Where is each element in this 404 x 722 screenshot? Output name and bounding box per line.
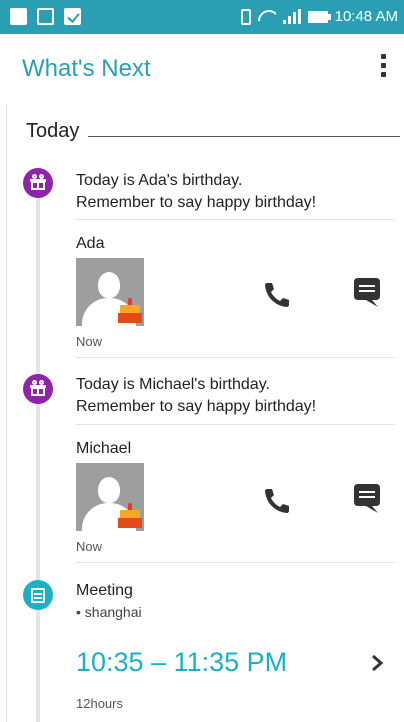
- section-divider: [88, 136, 400, 137]
- meeting-duration: 12hours: [76, 696, 123, 711]
- birthday-cake-icon: [118, 298, 142, 324]
- image-notification-icon: [37, 8, 54, 25]
- clock-notification-icon: [10, 8, 27, 25]
- meeting-time-range[interactable]: 10:35 – 11:35 PM: [76, 647, 287, 678]
- check-notification-icon: [64, 8, 81, 25]
- phone-icon[interactable]: [257, 481, 293, 517]
- battery-icon: [307, 10, 331, 23]
- meeting-title[interactable]: Meeting: [76, 582, 133, 600]
- wifi-icon: [258, 10, 276, 24]
- card-divider: [76, 562, 395, 563]
- time-label: Now: [76, 334, 103, 349]
- message-icon[interactable]: [348, 274, 384, 310]
- signal-icon: [282, 9, 301, 24]
- birthday-reminder: Remember to say happy birthday!: [76, 194, 317, 211]
- app-title: What's Next: [22, 55, 151, 82]
- contact-name: Michael: [76, 440, 132, 457]
- contact-name: Ada: [76, 235, 105, 252]
- left-edge-divider: [6, 104, 7, 722]
- birthday-reminder: Remember to say happy birthday!: [76, 398, 317, 415]
- gift-icon: [23, 374, 53, 404]
- status-bar: 10:48 AM: [0, 0, 404, 34]
- status-time: 10:48 AM: [334, 8, 398, 25]
- vibrate-icon: [240, 8, 251, 25]
- birthday-card-text[interactable]: Today is Michael's birthday. Remember to…: [76, 374, 316, 418]
- time-label: Now: [76, 539, 103, 554]
- card-divider: [76, 424, 395, 425]
- app-bar: What's Next: [0, 34, 404, 104]
- timeline-line: [36, 178, 40, 722]
- gift-icon: [23, 168, 53, 198]
- birthday-card-text[interactable]: Today is Ada's birthday. Remember to say…: [76, 170, 316, 214]
- meeting-location: • shanghai: [76, 604, 142, 620]
- birthday-message: Today is Ada's birthday.: [76, 172, 243, 189]
- message-icon[interactable]: [348, 480, 384, 516]
- card-divider: [76, 357, 395, 358]
- phone-icon[interactable]: [257, 275, 293, 311]
- section-title: Today: [26, 120, 80, 142]
- chevron-right-icon[interactable]: [370, 654, 384, 672]
- birthday-message: Today is Michael's birthday.: [76, 376, 270, 393]
- birthday-cake-icon: [118, 503, 142, 529]
- overflow-menu-icon[interactable]: [376, 52, 390, 80]
- card-divider: [76, 219, 395, 220]
- calendar-icon: [23, 580, 53, 610]
